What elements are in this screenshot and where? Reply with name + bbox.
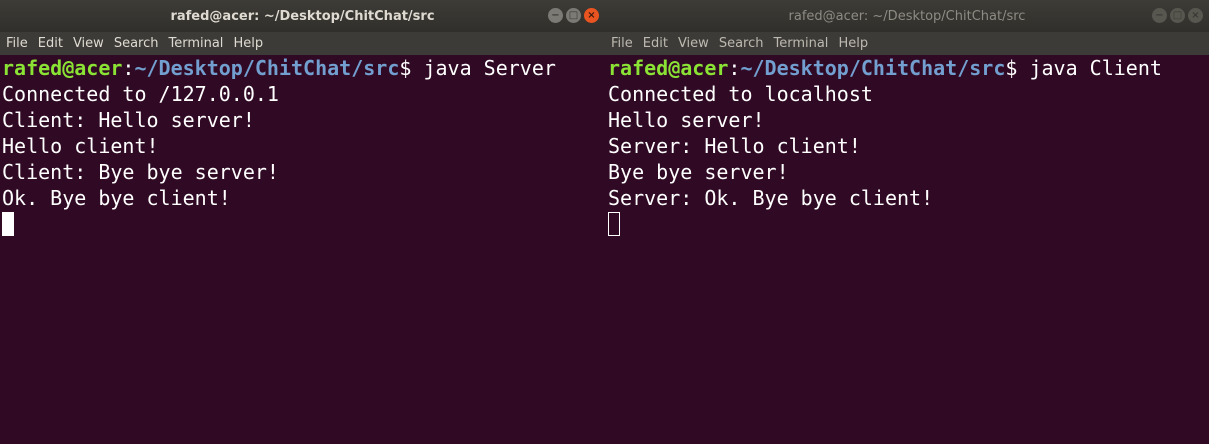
prompt-dollar: $ [399, 56, 412, 80]
window-titlebar[interactable]: rafed@acer: ~/Desktop/ChitChat/src − □ × [0, 0, 605, 32]
output-line: Hello server! [608, 108, 765, 132]
menu-search[interactable]: Search [714, 36, 769, 51]
prompt-colon: : [122, 56, 135, 80]
output-line: Client: Hello server! [2, 108, 255, 132]
terminal-output[interactable]: rafed@acer:~/Desktop/ChitChat/src$ java … [605, 55, 1209, 444]
minimize-icon[interactable]: − [1152, 8, 1167, 23]
menu-help[interactable]: Help [228, 36, 268, 51]
menu-search[interactable]: Search [109, 36, 164, 51]
maximize-icon[interactable]: □ [1170, 8, 1185, 23]
terminal-cursor [608, 212, 620, 236]
menu-file[interactable]: File [1, 36, 33, 51]
prompt-line: rafed@acer:~/Desktop/ChitChat/src$ java … [2, 55, 605, 81]
prompt-command: java Client [1017, 56, 1162, 80]
terminal-window-client[interactable]: rafed@acer: ~/Desktop/ChitChat/src − □ ×… [605, 0, 1209, 444]
maximize-icon[interactable]: □ [566, 8, 581, 23]
window-title: rafed@acer: ~/Desktop/ChitChat/src [788, 8, 1026, 24]
prompt-command: java Server [411, 56, 556, 80]
menu-help[interactable]: Help [833, 36, 873, 51]
prompt-colon: : [728, 56, 741, 80]
terminal-window-server[interactable]: rafed@acer: ~/Desktop/ChitChat/src − □ ×… [0, 0, 605, 444]
output-line: Connected to /127.0.0.1 [2, 82, 279, 106]
menu-edit[interactable]: Edit [638, 36, 673, 51]
cursor-line [2, 211, 605, 237]
minimize-icon[interactable]: − [548, 8, 563, 23]
cursor-line [608, 211, 1209, 237]
prompt-path: ~/Desktop/ChitChat/src [740, 56, 1006, 80]
desktop: rafed@acer: ~/Desktop/ChitChat/src − □ ×… [0, 0, 1209, 444]
output-line: Server: Ok. Bye bye client! [608, 186, 934, 210]
menu-file[interactable]: File [606, 36, 638, 51]
menu-edit[interactable]: Edit [33, 36, 68, 51]
menu-terminal[interactable]: Terminal [163, 36, 228, 51]
prompt-line: rafed@acer:~/Desktop/ChitChat/src$ java … [608, 55, 1209, 81]
window-titlebar[interactable]: rafed@acer: ~/Desktop/ChitChat/src − □ × [605, 0, 1209, 32]
window-title: rafed@acer: ~/Desktop/ChitChat/src [170, 8, 435, 24]
window-controls: − □ × [548, 8, 599, 23]
window-controls: − □ × [1152, 8, 1203, 23]
terminal-output[interactable]: rafed@acer:~/Desktop/ChitChat/src$ java … [0, 55, 605, 444]
output-line: Ok. Bye bye client! [2, 186, 231, 210]
output-line: Client: Bye bye server! [2, 160, 279, 184]
output-line: Server: Hello client! [608, 134, 861, 158]
menu-bar: File Edit View Search Terminal Help [605, 32, 1209, 55]
output-line: Bye bye server! [608, 160, 789, 184]
menu-bar: File Edit View Search Terminal Help [0, 32, 605, 55]
terminal-cursor [2, 212, 14, 236]
menu-view[interactable]: View [673, 36, 714, 51]
menu-terminal[interactable]: Terminal [768, 36, 833, 51]
prompt-path: ~/Desktop/ChitChat/src [134, 56, 400, 80]
close-icon[interactable]: × [584, 8, 599, 23]
menu-view[interactable]: View [68, 36, 109, 51]
output-line: Hello client! [2, 134, 159, 158]
close-icon[interactable]: × [1188, 8, 1203, 23]
prompt-user: rafed@acer [608, 56, 729, 80]
output-line: Connected to localhost [608, 82, 873, 106]
prompt-dollar: $ [1005, 56, 1018, 80]
prompt-user: rafed@acer [2, 56, 123, 80]
